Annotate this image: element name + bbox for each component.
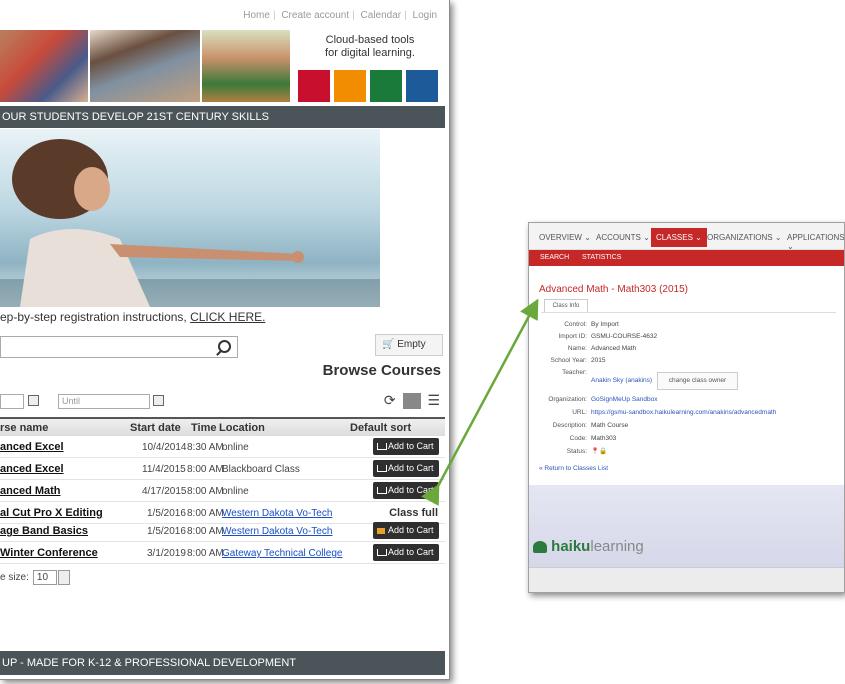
arrow-line [421, 298, 539, 506]
connector-arrow [421, 298, 539, 506]
